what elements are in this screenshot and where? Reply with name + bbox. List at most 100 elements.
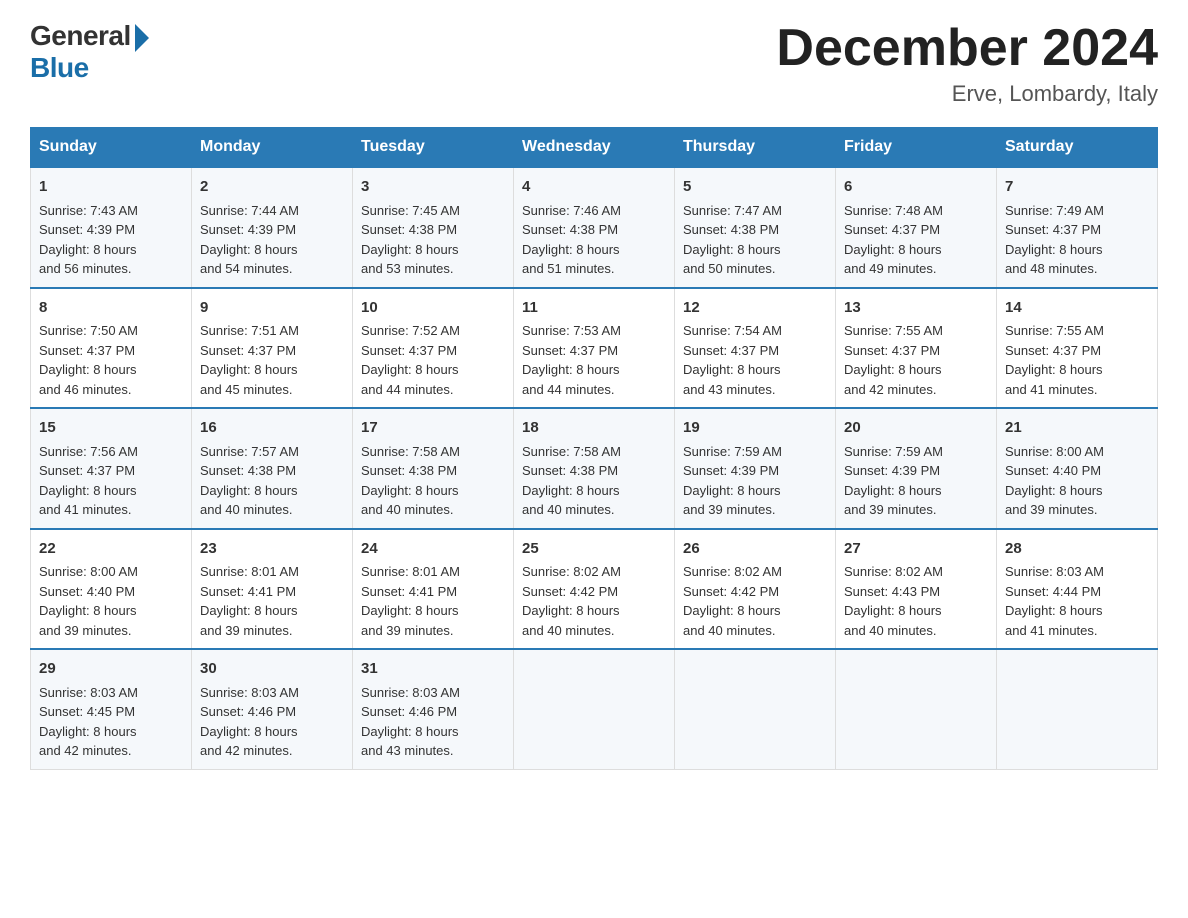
sunrise-info: Sunrise: 7:53 AM bbox=[522, 321, 666, 341]
sunset-info: Sunset: 4:39 PM bbox=[683, 461, 827, 481]
week-row-4: 22 Sunrise: 8:00 AM Sunset: 4:40 PM Dayl… bbox=[31, 529, 1158, 650]
sunset-info: Sunset: 4:42 PM bbox=[522, 582, 666, 602]
calendar-cell bbox=[514, 649, 675, 769]
daylight-info: Daylight: 8 hours bbox=[1005, 360, 1149, 380]
logo-arrow-icon bbox=[135, 24, 149, 52]
sunrise-info: Sunrise: 7:52 AM bbox=[361, 321, 505, 341]
sunset-info: Sunset: 4:41 PM bbox=[361, 582, 505, 602]
main-title: December 2024 bbox=[776, 20, 1158, 77]
sunrise-info: Sunrise: 7:58 AM bbox=[522, 442, 666, 462]
sunset-info: Sunset: 4:38 PM bbox=[522, 220, 666, 240]
day-number: 23 bbox=[200, 538, 344, 561]
daylight-info: Daylight: 8 hours bbox=[200, 240, 344, 260]
daylight-info: Daylight: 8 hours bbox=[683, 360, 827, 380]
sunrise-info: Sunrise: 7:59 AM bbox=[844, 442, 988, 462]
day-number: 1 bbox=[39, 176, 183, 199]
sunrise-info: Sunrise: 7:57 AM bbox=[200, 442, 344, 462]
daylight-minutes: and 42 minutes. bbox=[39, 741, 183, 761]
calendar-cell: 5 Sunrise: 7:47 AM Sunset: 4:38 PM Dayli… bbox=[675, 167, 836, 288]
daylight-minutes: and 43 minutes. bbox=[361, 741, 505, 761]
daylight-minutes: and 39 minutes. bbox=[200, 621, 344, 641]
sunrise-info: Sunrise: 7:59 AM bbox=[683, 442, 827, 462]
day-number: 12 bbox=[683, 297, 827, 320]
sunrise-info: Sunrise: 8:03 AM bbox=[361, 683, 505, 703]
daylight-info: Daylight: 8 hours bbox=[844, 601, 988, 621]
calendar-cell: 15 Sunrise: 7:56 AM Sunset: 4:37 PM Dayl… bbox=[31, 408, 192, 529]
daylight-info: Daylight: 8 hours bbox=[39, 360, 183, 380]
page-header: General Blue December 2024 Erve, Lombard… bbox=[30, 20, 1158, 107]
daylight-info: Daylight: 8 hours bbox=[844, 481, 988, 501]
daylight-info: Daylight: 8 hours bbox=[522, 360, 666, 380]
calendar-cell: 18 Sunrise: 7:58 AM Sunset: 4:38 PM Dayl… bbox=[514, 408, 675, 529]
sunrise-info: Sunrise: 7:45 AM bbox=[361, 201, 505, 221]
sunrise-info: Sunrise: 7:44 AM bbox=[200, 201, 344, 221]
daylight-minutes: and 54 minutes. bbox=[200, 259, 344, 279]
calendar-cell: 7 Sunrise: 7:49 AM Sunset: 4:37 PM Dayli… bbox=[997, 167, 1158, 288]
day-number: 19 bbox=[683, 417, 827, 440]
sunset-info: Sunset: 4:37 PM bbox=[200, 341, 344, 361]
sunrise-info: Sunrise: 7:43 AM bbox=[39, 201, 183, 221]
day-number: 16 bbox=[200, 417, 344, 440]
sunrise-info: Sunrise: 7:50 AM bbox=[39, 321, 183, 341]
sunrise-info: Sunrise: 8:02 AM bbox=[844, 562, 988, 582]
sunset-info: Sunset: 4:42 PM bbox=[683, 582, 827, 602]
day-number: 20 bbox=[844, 417, 988, 440]
calendar-cell: 26 Sunrise: 8:02 AM Sunset: 4:42 PM Dayl… bbox=[675, 529, 836, 650]
daylight-info: Daylight: 8 hours bbox=[522, 240, 666, 260]
calendar-cell: 9 Sunrise: 7:51 AM Sunset: 4:37 PM Dayli… bbox=[192, 288, 353, 409]
daylight-minutes: and 43 minutes. bbox=[683, 380, 827, 400]
daylight-minutes: and 53 minutes. bbox=[361, 259, 505, 279]
location-subtitle: Erve, Lombardy, Italy bbox=[776, 81, 1158, 107]
daylight-info: Daylight: 8 hours bbox=[200, 360, 344, 380]
day-header-thursday: Thursday bbox=[675, 128, 836, 168]
daylight-minutes: and 41 minutes. bbox=[39, 500, 183, 520]
daylight-minutes: and 50 minutes. bbox=[683, 259, 827, 279]
daylight-minutes: and 42 minutes. bbox=[844, 380, 988, 400]
calendar-cell: 14 Sunrise: 7:55 AM Sunset: 4:37 PM Dayl… bbox=[997, 288, 1158, 409]
sunrise-info: Sunrise: 7:55 AM bbox=[844, 321, 988, 341]
day-number: 8 bbox=[39, 297, 183, 320]
day-number: 15 bbox=[39, 417, 183, 440]
sunrise-info: Sunrise: 7:48 AM bbox=[844, 201, 988, 221]
day-number: 9 bbox=[200, 297, 344, 320]
calendar-cell: 24 Sunrise: 8:01 AM Sunset: 4:41 PM Dayl… bbox=[353, 529, 514, 650]
daylight-minutes: and 41 minutes. bbox=[1005, 380, 1149, 400]
sunrise-info: Sunrise: 7:47 AM bbox=[683, 201, 827, 221]
calendar-cell: 25 Sunrise: 8:02 AM Sunset: 4:42 PM Dayl… bbox=[514, 529, 675, 650]
sunset-info: Sunset: 4:37 PM bbox=[1005, 341, 1149, 361]
daylight-info: Daylight: 8 hours bbox=[683, 240, 827, 260]
day-number: 10 bbox=[361, 297, 505, 320]
day-number: 29 bbox=[39, 658, 183, 681]
daylight-minutes: and 39 minutes. bbox=[844, 500, 988, 520]
sunrise-info: Sunrise: 7:56 AM bbox=[39, 442, 183, 462]
calendar-cell: 19 Sunrise: 7:59 AM Sunset: 4:39 PM Dayl… bbox=[675, 408, 836, 529]
week-row-3: 15 Sunrise: 7:56 AM Sunset: 4:37 PM Dayl… bbox=[31, 408, 1158, 529]
sunset-info: Sunset: 4:37 PM bbox=[39, 461, 183, 481]
day-number: 22 bbox=[39, 538, 183, 561]
day-number: 25 bbox=[522, 538, 666, 561]
week-row-1: 1 Sunrise: 7:43 AM Sunset: 4:39 PM Dayli… bbox=[31, 167, 1158, 288]
sunset-info: Sunset: 4:37 PM bbox=[522, 341, 666, 361]
day-number: 6 bbox=[844, 176, 988, 199]
sunset-info: Sunset: 4:37 PM bbox=[844, 341, 988, 361]
daylight-minutes: and 39 minutes. bbox=[1005, 500, 1149, 520]
calendar-cell: 12 Sunrise: 7:54 AM Sunset: 4:37 PM Dayl… bbox=[675, 288, 836, 409]
day-number: 7 bbox=[1005, 176, 1149, 199]
sunrise-info: Sunrise: 8:00 AM bbox=[1005, 442, 1149, 462]
daylight-minutes: and 40 minutes. bbox=[522, 500, 666, 520]
daylight-minutes: and 56 minutes. bbox=[39, 259, 183, 279]
sunrise-info: Sunrise: 8:02 AM bbox=[683, 562, 827, 582]
calendar-cell: 27 Sunrise: 8:02 AM Sunset: 4:43 PM Dayl… bbox=[836, 529, 997, 650]
day-header-tuesday: Tuesday bbox=[353, 128, 514, 168]
header-row: SundayMondayTuesdayWednesdayThursdayFrid… bbox=[31, 128, 1158, 168]
sunset-info: Sunset: 4:45 PM bbox=[39, 702, 183, 722]
sunset-info: Sunset: 4:46 PM bbox=[361, 702, 505, 722]
calendar-cell: 8 Sunrise: 7:50 AM Sunset: 4:37 PM Dayli… bbox=[31, 288, 192, 409]
day-number: 31 bbox=[361, 658, 505, 681]
sunset-info: Sunset: 4:37 PM bbox=[39, 341, 183, 361]
daylight-info: Daylight: 8 hours bbox=[522, 481, 666, 501]
sunset-info: Sunset: 4:37 PM bbox=[1005, 220, 1149, 240]
sunrise-info: Sunrise: 7:54 AM bbox=[683, 321, 827, 341]
calendar-cell: 29 Sunrise: 8:03 AM Sunset: 4:45 PM Dayl… bbox=[31, 649, 192, 769]
daylight-minutes: and 39 minutes. bbox=[361, 621, 505, 641]
